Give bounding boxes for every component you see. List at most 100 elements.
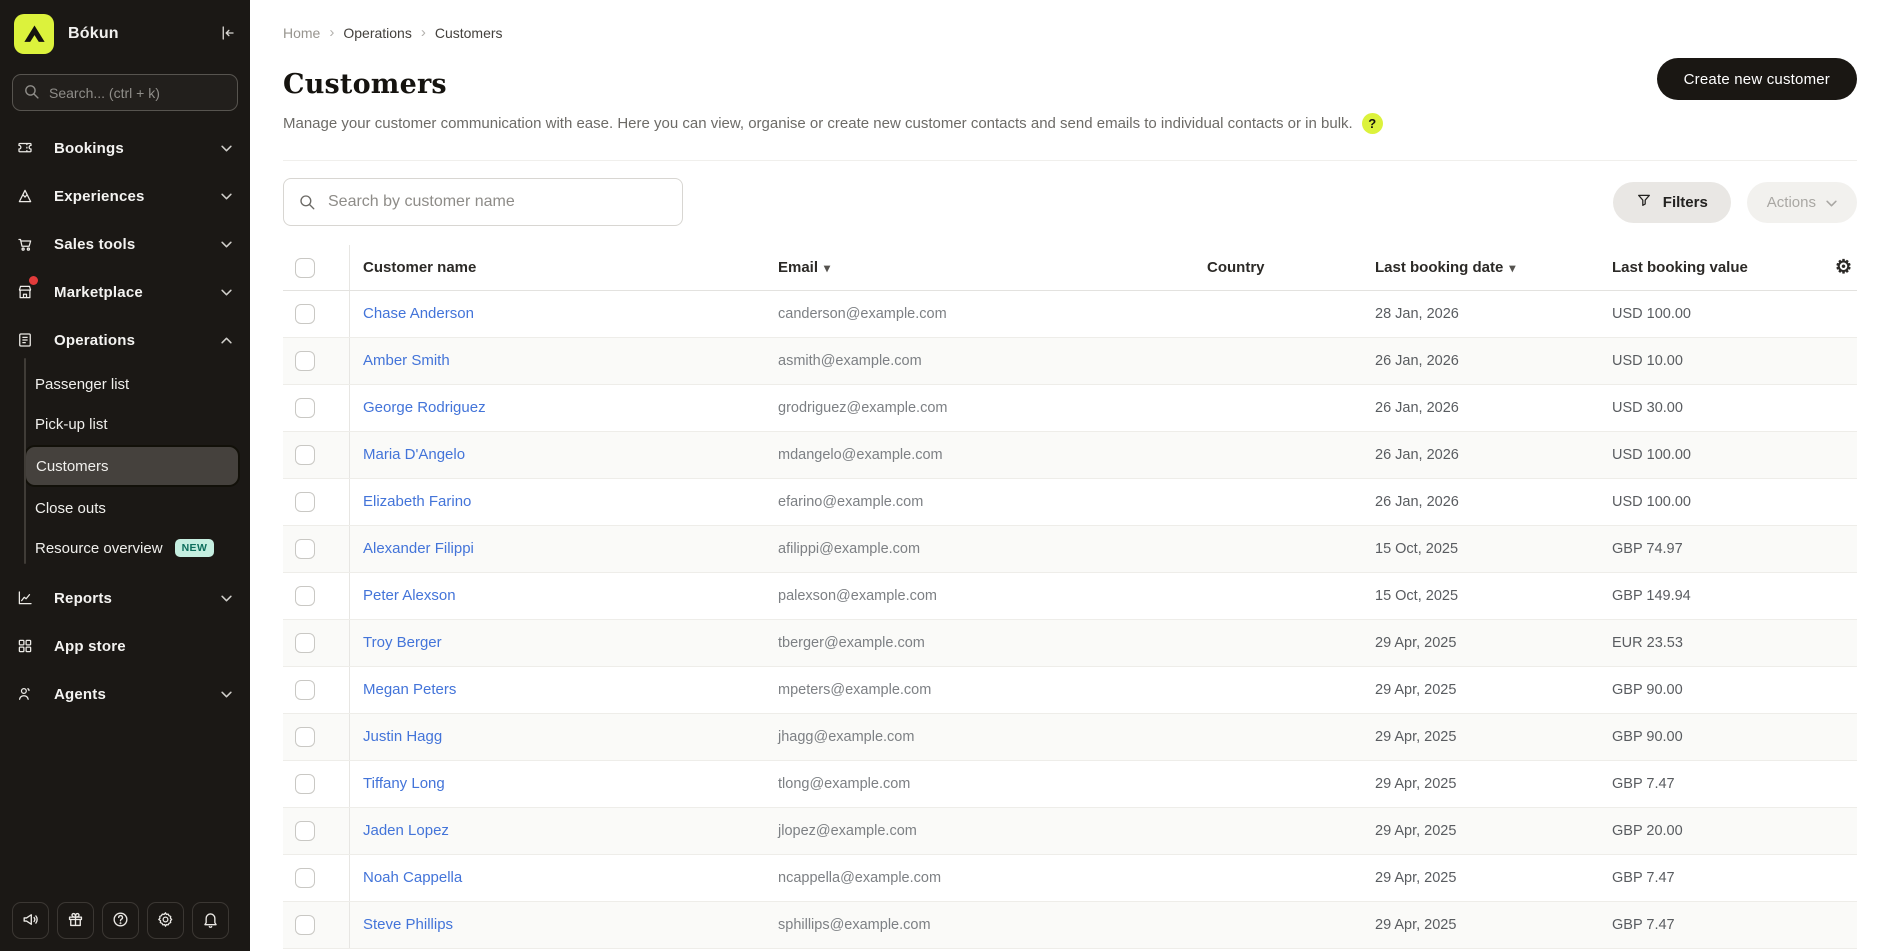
sidebar-item-bookings[interactable]: Bookings: [0, 124, 250, 172]
sidebar-item-operations[interactable]: Operations: [0, 316, 250, 364]
help-icon[interactable]: ?: [1362, 113, 1383, 134]
column-header-last-booking-value[interactable]: Last booking value ⚙: [1600, 258, 1857, 277]
row-checkbox[interactable]: [295, 633, 315, 653]
filters-button[interactable]: Filters: [1613, 182, 1731, 223]
customer-name-link[interactable]: Chase Anderson: [363, 305, 474, 322]
global-search-input[interactable]: [12, 74, 238, 111]
column-header-country[interactable]: Country: [1195, 259, 1360, 276]
row-checkbox-cell: [283, 808, 350, 854]
last-booking-date-text: 29 Apr, 2025: [1375, 776, 1456, 792]
clipboard-icon: [16, 331, 34, 349]
sidebar-item-marketplace[interactable]: Marketplace: [0, 268, 250, 316]
create-new-customer-button[interactable]: Create new customer: [1657, 58, 1857, 100]
gift-button[interactable]: [57, 902, 94, 939]
last-booking-value-text: GBP 7.47: [1612, 870, 1675, 886]
table-row: Steve Phillipssphillips@example.com29 Ap…: [283, 902, 1857, 949]
row-checkbox[interactable]: [295, 680, 315, 700]
customer-name-link[interactable]: Steve Phillips: [363, 916, 453, 933]
bell-button[interactable]: [192, 902, 229, 939]
row-checkbox[interactable]: [295, 586, 315, 606]
last-booking-date-text: 29 Apr, 2025: [1375, 635, 1456, 651]
sidebar-item-sales-tools[interactable]: Sales tools: [0, 220, 250, 268]
customer-name-link[interactable]: Alexander Filippi: [363, 540, 474, 557]
chevron-down-icon: [1826, 194, 1837, 211]
sort-descending-icon[interactable]: ▾: [1509, 261, 1515, 275]
select-all-checkbox[interactable]: [295, 258, 315, 278]
help-button[interactable]: [102, 902, 139, 939]
customer-name-link[interactable]: Noah Cappella: [363, 869, 462, 886]
email-text: sphillips@example.com: [778, 917, 931, 933]
breadcrumb-home[interactable]: Home: [283, 25, 320, 41]
table-settings-icon[interactable]: ⚙: [1835, 258, 1852, 277]
customer-name-link[interactable]: Maria D'Angelo: [363, 446, 465, 463]
ticket-icon: [16, 139, 34, 157]
column-header-last-booking-date[interactable]: Last booking date▾: [1360, 259, 1600, 276]
customer-name-link[interactable]: Megan Peters: [363, 681, 456, 698]
sidebar-item-passenger-list[interactable]: Passenger list: [0, 364, 250, 404]
customer-name-cell: Chase Anderson: [350, 305, 765, 323]
row-checkbox[interactable]: [295, 445, 315, 465]
sidebar-item-pick-up-list[interactable]: Pick-up list: [0, 404, 250, 444]
row-checkbox[interactable]: [295, 774, 315, 794]
actions-button[interactable]: Actions: [1747, 182, 1857, 223]
collapse-sidebar-icon[interactable]: [218, 24, 236, 42]
last-booking-value-cell: GBP 7.47: [1600, 776, 1857, 792]
table-body: Chase Andersoncanderson@example.com28 Ja…: [283, 291, 1857, 949]
toolbar-actions: Filters Actions: [1613, 182, 1857, 223]
last-booking-date-cell: 29 Apr, 2025: [1360, 822, 1600, 840]
chevron-down-icon: [221, 193, 232, 200]
last-booking-value-cell: GBP 7.47: [1600, 870, 1857, 886]
row-checkbox[interactable]: [295, 492, 315, 512]
customer-name-link[interactable]: Peter Alexson: [363, 587, 456, 604]
sidebar-item-agents[interactable]: Agents: [0, 670, 250, 718]
email-cell: tlong@example.com: [765, 775, 1195, 793]
brand-name: Bókun: [68, 25, 119, 43]
customer-name-link[interactable]: Elizabeth Farino: [363, 493, 471, 510]
megaphone-button[interactable]: [12, 902, 49, 939]
table-row: Troy Berger tberger@example.com 29 Apr, 20…: [283, 620, 1857, 667]
customer-name-link[interactable]: Justin Hagg: [363, 728, 442, 745]
row-checkbox[interactable]: [295, 868, 315, 888]
row-checkbox[interactable]: [295, 727, 315, 747]
row-checkbox-cell: [283, 338, 350, 384]
breadcrumb-customers[interactable]: Customers: [435, 25, 503, 41]
row-checkbox[interactable]: [295, 304, 315, 324]
breadcrumb-operations[interactable]: Operations: [343, 25, 411, 41]
row-checkbox[interactable]: [295, 398, 315, 418]
customer-name-link[interactable]: George Rodriguez: [363, 399, 486, 416]
sort-descending-icon[interactable]: ▾: [824, 261, 830, 275]
email-text: tberger@example.com: [778, 635, 925, 651]
email-cell: palexson@example.com: [765, 587, 1195, 605]
customer-search-input[interactable]: [283, 178, 683, 226]
last-booking-date-text: 26 Jan, 2026: [1375, 447, 1459, 463]
row-checkbox-cell: [283, 385, 350, 431]
sidebar-item-experiences[interactable]: Experiences: [0, 172, 250, 220]
settings-button[interactable]: [147, 902, 184, 939]
customer-name-link[interactable]: Jaden Lopez: [363, 822, 449, 839]
sidebar-item-label: Sales tools: [54, 236, 221, 253]
sidebar-item-reports[interactable]: Reports: [0, 574, 250, 622]
table-toolbar: Filters Actions: [283, 178, 1857, 226]
row-checkbox[interactable]: [295, 821, 315, 841]
last-booking-value-text: GBP 20.00: [1612, 823, 1683, 839]
column-header-email[interactable]: Email▾: [765, 259, 1195, 276]
bokun-logo-icon: [14, 14, 54, 54]
sidebar-item-resource-overview[interactable]: Resource overviewNEW: [0, 528, 250, 568]
column-header-customer-name[interactable]: Customer name: [350, 259, 765, 276]
customer-name-link[interactable]: Amber Smith: [363, 352, 450, 369]
row-checkbox[interactable]: [295, 915, 315, 935]
last-booking-value-text: GBP 149.94: [1612, 588, 1691, 604]
sidebar-search: [12, 74, 238, 111]
table-row: George Rodriguezgrodriguez@example.com26…: [283, 385, 1857, 432]
customer-name-link[interactable]: Tiffany Long: [363, 775, 445, 792]
sidebar-item-customers[interactable]: Customers: [24, 445, 240, 487]
row-checkbox[interactable]: [295, 539, 315, 559]
chevron-down-icon: [221, 691, 232, 698]
email-text: efarino@example.com: [778, 494, 923, 510]
customer-name-link[interactable]: Troy Berger: [363, 634, 442, 651]
row-checkbox[interactable]: [295, 351, 315, 371]
sidebar-item-app-store[interactable]: App store: [0, 622, 250, 670]
sidebar-item-close-outs[interactable]: Close outs: [0, 488, 250, 528]
last-booking-date-text: 28 Jan, 2026: [1375, 306, 1459, 322]
new-badge: NEW: [175, 539, 215, 557]
